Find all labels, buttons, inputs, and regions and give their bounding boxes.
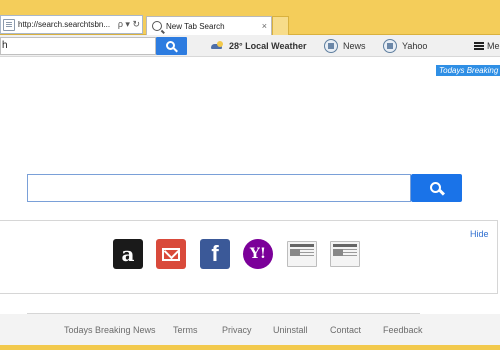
footer-link-breaking-news[interactable]: Todays Breaking News: [64, 325, 156, 335]
main-search-input[interactable]: [27, 174, 411, 202]
newspaper-shortcut-icon[interactable]: [330, 241, 360, 267]
news-button[interactable]: News: [324, 37, 366, 55]
envelope-icon: [162, 247, 180, 261]
extension-toolbar: h 28° Local Weather News Yahoo Me: [0, 35, 500, 57]
yahoo-label: Yahoo: [402, 41, 428, 51]
menu-button[interactable]: Me: [474, 37, 500, 55]
news-icon: [324, 39, 338, 53]
address-bar[interactable]: http://search.searchtsbn... ρ ▾ ↻: [0, 15, 143, 34]
newspaper-shortcut-icon[interactable]: [287, 241, 317, 267]
yahoo-icon: [383, 39, 397, 53]
facebook-shortcut-icon[interactable]: f: [200, 239, 230, 269]
amazon-shortcut-icon[interactable]: a: [113, 239, 143, 269]
search-icon: [430, 181, 441, 193]
footer-link-terms[interactable]: Terms: [173, 325, 198, 335]
hamburger-icon: [474, 45, 484, 47]
weather-label: 28° Local Weather: [229, 41, 307, 51]
weather-icon: [211, 41, 225, 51]
search-icon: [166, 40, 175, 50]
address-controls[interactable]: ρ ▾ ↻: [116, 19, 142, 30]
breaking-news-link[interactable]: Todays Breaking N: [436, 65, 500, 76]
main-search-button[interactable]: [411, 174, 462, 202]
tab-new-tab-search[interactable]: New Tab Search ×: [146, 16, 272, 35]
footer-link-uninstall[interactable]: Uninstall: [273, 325, 308, 335]
tab-title: New Tab Search: [166, 21, 225, 31]
toolbar-search-button[interactable]: [156, 37, 187, 55]
menu-label: Me: [487, 41, 500, 51]
weather-button[interactable]: 28° Local Weather: [211, 37, 306, 55]
toolbar-search-input[interactable]: h: [0, 37, 156, 55]
close-icon[interactable]: ×: [262, 21, 271, 31]
footer-link-contact[interactable]: Contact: [330, 325, 361, 335]
yahoo-shortcut-icon[interactable]: Y!: [243, 239, 273, 269]
hide-link[interactable]: Hide: [470, 229, 489, 239]
news-label: News: [343, 41, 366, 51]
yahoo-button[interactable]: Yahoo: [383, 37, 427, 55]
search-icon: [152, 21, 162, 31]
new-tab-button[interactable]: [272, 16, 289, 35]
window-bottom-bar: [0, 345, 500, 350]
address-url[interactable]: http://search.searchtsbn...: [18, 20, 116, 29]
page-content: Todays Breaking N Hide a f Y! Todays Bre…: [0, 57, 500, 345]
browser-chrome: http://search.searchtsbn... ρ ▾ ↻ New Ta…: [0, 0, 500, 35]
footer-link-privacy[interactable]: Privacy: [222, 325, 252, 335]
footer: Todays Breaking News Terms Privacy Unins…: [0, 314, 500, 345]
gmail-shortcut-icon[interactable]: [156, 239, 186, 269]
footer-link-feedback[interactable]: Feedback: [383, 325, 423, 335]
shortcuts-panel: Hide a f Y!: [0, 220, 498, 294]
page-icon: [3, 18, 15, 31]
